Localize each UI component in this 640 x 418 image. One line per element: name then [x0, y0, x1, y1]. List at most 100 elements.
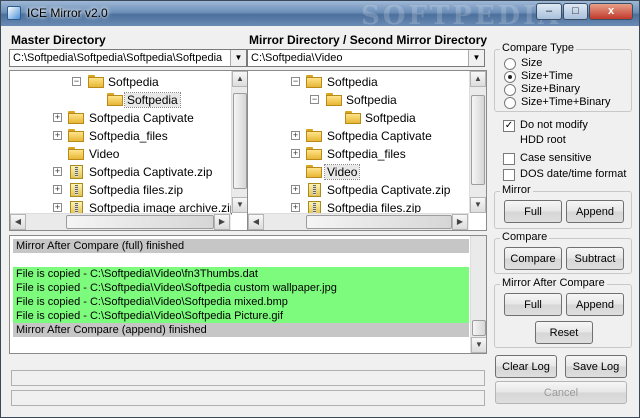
mac-append-button[interactable]: Append	[566, 293, 624, 316]
tree-item[interactable]: + Softpedia Captivate	[10, 109, 230, 127]
checkbox-icon[interactable]	[503, 169, 515, 181]
master-tree[interactable]: − Softpedia Softpedia + Softpedia Captiv…	[9, 70, 249, 231]
chevron-down-icon[interactable]: ▼	[468, 50, 484, 66]
scroll-right-icon[interactable]: ▶	[452, 214, 468, 230]
clear-log-button[interactable]: Clear Log	[495, 355, 557, 378]
tree-item[interactable]: Softpedia	[248, 109, 468, 127]
progress-bar-bottom	[11, 390, 485, 406]
master-path-combo[interactable]: C:\Softpedia\Softpedia\Softpedia\Softped…	[9, 49, 247, 67]
tree-item[interactable]: + Softpedia files.zip	[10, 181, 230, 199]
mirror-after-compare-title: Mirror After Compare	[500, 277, 607, 289]
log-vertical-scrollbar[interactable]: ▼	[470, 236, 486, 353]
tree-item[interactable]: Video	[248, 163, 468, 181]
mirror-horizontal-scrollbar[interactable]: ◀ ▶	[248, 213, 469, 230]
scroll-right-icon[interactable]: ▶	[214, 214, 230, 230]
progress-bar-top	[11, 370, 485, 386]
radio-icon[interactable]	[504, 84, 516, 96]
folder-icon	[306, 75, 322, 88]
radio-selected-icon[interactable]	[504, 71, 516, 83]
expand-icon[interactable]: +	[53, 131, 62, 140]
tree-item[interactable]: + Softpedia Captivate.zip	[248, 181, 468, 199]
title-bar: ICE Mirror v2.0 SOFTPEDIA – □ x	[1, 1, 639, 31]
scroll-thumb[interactable]	[233, 93, 247, 189]
tree-item[interactable]: − Softpedia	[10, 73, 230, 91]
expand-icon[interactable]: +	[53, 185, 62, 194]
scroll-left-icon[interactable]: ◀	[248, 214, 264, 230]
folder-icon	[345, 111, 361, 124]
reset-button[interactable]: Reset	[535, 321, 593, 344]
log-line: Mirror After Compare (append) finished	[13, 323, 469, 337]
mirror-append-button[interactable]: Append	[566, 200, 624, 223]
master-vertical-scrollbar[interactable]: ▲ ▼	[231, 71, 248, 213]
folder-icon	[306, 129, 322, 142]
close-button[interactable]: x	[589, 3, 633, 20]
master-horizontal-scrollbar[interactable]: ◀ ▶	[10, 213, 231, 230]
compare-type-title: Compare Type	[500, 42, 576, 54]
expand-icon[interactable]: +	[291, 185, 300, 194]
zip-file-icon	[70, 183, 83, 197]
checkbox-icon[interactable]	[503, 153, 515, 165]
scroll-thumb[interactable]	[306, 215, 452, 229]
master-path-value: C:\Softpedia\Softpedia\Softpedia\Softped…	[13, 52, 223, 64]
tree-item[interactable]: + Softpedia Captivate	[248, 127, 468, 145]
expand-icon[interactable]: +	[291, 203, 300, 212]
scroll-down-icon[interactable]: ▼	[232, 197, 248, 213]
scroll-thumb[interactable]	[66, 215, 214, 229]
compare-button[interactable]: Compare	[504, 247, 562, 270]
folder-icon	[68, 147, 84, 160]
expand-icon[interactable]: +	[291, 131, 300, 140]
mirror-full-button[interactable]: Full	[504, 200, 562, 223]
folder-icon	[306, 165, 322, 178]
log-line: Mirror After Compare (full) finished	[13, 239, 469, 253]
scroll-up-icon[interactable]: ▲	[232, 71, 248, 87]
mac-full-button[interactable]: Full	[504, 293, 562, 316]
expand-icon[interactable]: +	[53, 203, 62, 212]
mirror-directory-label: Mirror Directory / Second Mirror Directo…	[249, 33, 488, 47]
mirror-path-value: C:\Softpedia\Video	[251, 52, 343, 64]
radio-icon[interactable]	[504, 58, 516, 70]
log-panel[interactable]: Mirror After Compare (full) finished Fil…	[9, 235, 487, 354]
subtract-button[interactable]: Subtract	[566, 247, 624, 270]
folder-icon	[326, 93, 342, 106]
mirror-tree[interactable]: − Softpedia − Softpedia Softpedia + Soft…	[247, 70, 487, 231]
scroll-thumb[interactable]	[471, 95, 485, 185]
mirror-group-title: Mirror	[500, 184, 533, 196]
compare-group: Compare Compare Subtract	[494, 231, 632, 274]
tree-item[interactable]: − Softpedia	[248, 73, 468, 91]
tree-item[interactable]: Softpedia	[10, 91, 230, 109]
log-line: File is copied - C:\Softpedia\Video\Soft…	[13, 295, 469, 309]
cancel-button[interactable]: Cancel	[495, 381, 627, 404]
expand-icon[interactable]: +	[291, 149, 300, 158]
log-line: File is copied - C:\Softpedia\Video\Soft…	[13, 281, 469, 295]
folder-icon	[306, 147, 322, 160]
chevron-down-icon[interactable]: ▼	[230, 50, 246, 66]
scroll-up-icon[interactable]: ▲	[470, 71, 486, 87]
scroll-down-icon[interactable]: ▼	[471, 337, 486, 353]
tree-item[interactable]: − Softpedia	[248, 91, 468, 109]
maximize-button[interactable]: □	[563, 3, 588, 20]
scroll-down-icon[interactable]: ▼	[470, 197, 486, 213]
expand-icon[interactable]: +	[53, 167, 62, 176]
log-line: File is copied - C:\Softpedia\Video\Soft…	[13, 309, 469, 323]
scroll-thumb[interactable]	[472, 320, 486, 336]
folder-icon	[88, 75, 104, 88]
log-line: File is copied - C:\Softpedia\Video\fn3T…	[13, 267, 469, 281]
tree-item[interactable]: + Softpedia_files	[248, 145, 468, 163]
radio-icon[interactable]	[504, 97, 516, 109]
compare-type-group: Compare Type Size Size+Time Size+Binary …	[494, 42, 632, 112]
zip-file-icon	[308, 183, 321, 197]
minimize-button[interactable]: –	[536, 3, 562, 20]
scroll-left-icon[interactable]: ◀	[10, 214, 26, 230]
save-log-button[interactable]: Save Log	[565, 355, 627, 378]
collapse-icon[interactable]: −	[291, 77, 300, 86]
tree-item[interactable]: Video	[10, 145, 230, 163]
tree-item[interactable]: + Softpedia_files	[10, 127, 230, 145]
mirror-vertical-scrollbar[interactable]: ▲ ▼	[469, 71, 486, 213]
collapse-icon[interactable]: −	[310, 95, 319, 104]
expand-icon[interactable]: +	[53, 113, 62, 122]
mirror-after-compare-group: Mirror After Compare Full Append Reset	[494, 277, 632, 348]
collapse-icon[interactable]: −	[72, 77, 81, 86]
check-icon[interactable]: ✓	[503, 120, 515, 132]
tree-item[interactable]: + Softpedia Captivate.zip	[10, 163, 230, 181]
mirror-path-combo[interactable]: C:\Softpedia\Video ▼	[247, 49, 485, 67]
